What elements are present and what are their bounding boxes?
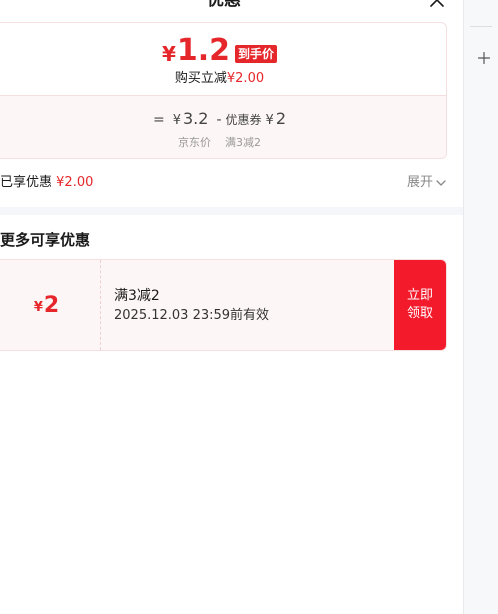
coupon-name: 满3减2 xyxy=(114,288,160,304)
coupon-info: 满3减2 2025.12.03 23:59前有效 xyxy=(114,287,269,325)
claim-coupon-button[interactable]: 立即 领取 xyxy=(394,260,446,350)
price-card: ¥ 1.2 到手价 购买立减¥2.00 = ¥ 3.2 - 优惠券 ¥ 2 京东… xyxy=(0,22,447,159)
coupon-currency-symbol: ¥ xyxy=(33,299,43,315)
formula-equals: = xyxy=(152,112,165,128)
coupon-card: ¥ 2 满3减2 2025.12.03 23:59前有效 立即 领取 xyxy=(0,259,447,351)
sidebar-divider xyxy=(470,26,492,27)
coupon-expiry: 2025.12.03 23:59前有效 xyxy=(114,308,270,323)
final-price-currency: ¥ xyxy=(161,42,176,66)
coupon-label: 优惠券 xyxy=(225,113,262,127)
coupon-amount: 2 xyxy=(43,292,60,318)
plus-icon[interactable] xyxy=(478,52,490,64)
formula-minus: - xyxy=(216,112,222,128)
final-price-row: ¥ 1.2 到手价 xyxy=(0,34,446,68)
price-breakdown: = ¥ 3.2 - 优惠券 ¥ 2 京东价 满3减2 xyxy=(0,95,446,158)
claim-label-line2: 领取 xyxy=(406,306,433,321)
instant-discount-label: 购买立减 xyxy=(174,71,227,86)
enjoyed-discount: 已享优惠 ¥2.00 xyxy=(0,174,93,192)
price-formula: = ¥ 3.2 - 优惠券 ¥ 2 xyxy=(0,109,446,128)
enjoyed-discount-label: 已享优惠 xyxy=(0,175,53,190)
claim-label-line1: 立即 xyxy=(406,288,433,303)
coupon-value: 2 xyxy=(275,109,286,128)
right-sidebar xyxy=(463,0,498,614)
close-icon[interactable] xyxy=(429,0,445,8)
more-discounts-title: 更多可享优惠 xyxy=(0,231,91,249)
section-divider xyxy=(0,207,463,215)
instant-discount-row: 购买立减¥2.00 xyxy=(0,70,446,88)
final-price: 1.2 xyxy=(176,33,231,68)
coupon-currency: ¥ xyxy=(265,113,274,128)
price-summary: ¥ 1.2 到手价 购买立减¥2.00 xyxy=(0,23,446,95)
formula-labels: 京东价 满3减2 xyxy=(0,134,446,150)
chevron-down-icon xyxy=(436,180,446,186)
expand-label: 展开 xyxy=(406,175,433,190)
coupon-amount-area: ¥ 2 xyxy=(0,260,101,350)
jd-price-label: 京东价 xyxy=(178,136,211,149)
jd-price-value: 3.2 xyxy=(183,109,209,128)
instant-discount-amount: ¥2.00 xyxy=(226,71,265,86)
enjoyed-discount-amount: ¥2.00 xyxy=(56,175,94,190)
final-price-badge: 到手价 xyxy=(235,45,278,63)
jd-price-currency: ¥ xyxy=(172,113,181,128)
coupon-rule-label: 满3减2 xyxy=(225,136,261,149)
panel-title: 优惠 xyxy=(207,0,241,10)
expand-button[interactable]: 展开 xyxy=(407,174,447,192)
coupon-panel: 优惠 ¥ 1.2 到手价 购买立减¥2.00 = ¥ 3.2 - 优惠券 ¥ 2 xyxy=(0,0,463,614)
